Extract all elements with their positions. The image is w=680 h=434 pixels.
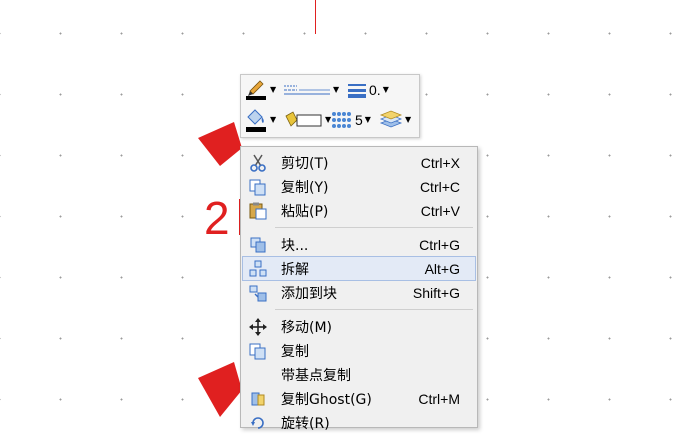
menu-item-paste[interactable]: 粘贴(P) Ctrl+V [243,199,475,222]
menu-item-move[interactable]: 移动(M) [243,315,475,338]
menu-item-explode[interactable]: 拆解 Alt+G [242,256,476,281]
chevron-down-icon: ▼ [382,85,389,94]
line-weight-icon [348,84,366,98]
menu-item-label: 复制Ghost(G) [281,391,372,408]
menu-item-label: 剪切(T) [281,155,329,172]
menu-separator [275,309,473,310]
layers-icon [379,110,403,128]
explode-icon [249,260,267,277]
line-weight-dropdown[interactable]: 0. ▼ [347,78,389,102]
line-style-dropdown[interactable]: ▼ [283,78,339,102]
menu-separator [275,227,473,228]
menu-item-block[interactable]: 块... Ctrl+G [243,233,475,256]
chevron-down-icon: ▼ [270,115,277,124]
menu-item-rotate[interactable]: 旋转(R) [243,411,475,434]
paste-icon [249,202,267,220]
move-icon [249,318,267,336]
menu-item-label: 移动(M) [281,319,333,336]
fill-pattern-icon [285,111,322,127]
transparency-icon [332,112,351,128]
mini-property-toolbar: ▼ ▼ 0. ▼ ▼ ▼ 5 ▼ ▼ [240,74,420,138]
menu-item-add-to-block[interactable]: 添加到块 Shift+G [243,281,475,304]
menu-item-cut[interactable]: 剪切(T) Ctrl+X [243,151,475,174]
copy-icon [249,179,266,196]
fill-color-button[interactable]: ▼ [244,108,276,132]
chevron-down-icon: ▼ [333,85,340,94]
menu-item-label: 带基点复制 [281,367,351,384]
menu-item-duplicate[interactable]: 复制 [243,339,475,362]
context-menu: 剪切(T) Ctrl+X 复制(Y) Ctrl+C 粘贴(P) Ctrl+V 块… [240,146,478,432]
menu-item-label: 块... [281,237,309,254]
add-to-block-icon [249,285,267,302]
menu-item-copy[interactable]: 复制(Y) Ctrl+C [243,175,475,198]
line-color-button[interactable]: ▼ [244,78,276,102]
block-icon [250,237,266,253]
chevron-down-icon: ▼ [270,85,277,94]
transparency-value: 5 [355,112,363,128]
menu-item-label: 添加到块 [281,285,337,302]
line-weight-value: 0. [369,82,381,98]
menu-item-copy-with-base-point[interactable]: 带基点复制 [243,363,475,386]
menu-item-label: 粘贴(P) [281,203,329,220]
menu-item-shortcut: Alt+G [424,260,460,277]
line-style-icon [284,85,330,95]
menu-item-label: 拆解 [281,261,309,278]
duplicate-icon [249,343,266,360]
menu-item-shortcut: Ctrl+G [419,236,460,253]
paint-bucket-icon [246,109,266,132]
menu-item-shortcut: Ctrl+X [420,154,460,171]
callout-arrow-top [198,122,242,166]
menu-item-shortcut: Shift+G [412,284,460,301]
callout-arrow-bottom [198,362,242,417]
pen-icon [246,80,266,100]
menu-item-shortcut: Ctrl+M [418,390,460,407]
menu-item-shortcut: Ctrl+C [419,178,460,195]
menu-item-label: 复制 [281,343,309,360]
transparency-dropdown[interactable]: 5 ▼ [331,108,371,132]
menu-item-shortcut: Ctrl+V [420,202,460,219]
menu-item-label: 复制(Y) [281,179,329,196]
layer-dropdown[interactable]: ▼ [379,108,411,132]
copy-ghost-icon [251,392,265,406]
crosshair-line [315,0,316,34]
menu-item-copy-ghost[interactable]: 复制Ghost(G) Ctrl+M [243,387,475,410]
cut-icon [250,154,266,172]
fill-pattern-dropdown[interactable]: ▼ [283,108,331,132]
chevron-down-icon: ▼ [364,115,371,124]
step-number-label: 2 [204,192,230,244]
chevron-down-icon: ▼ [405,115,412,124]
menu-item-label: 旋转(R) [281,415,330,432]
